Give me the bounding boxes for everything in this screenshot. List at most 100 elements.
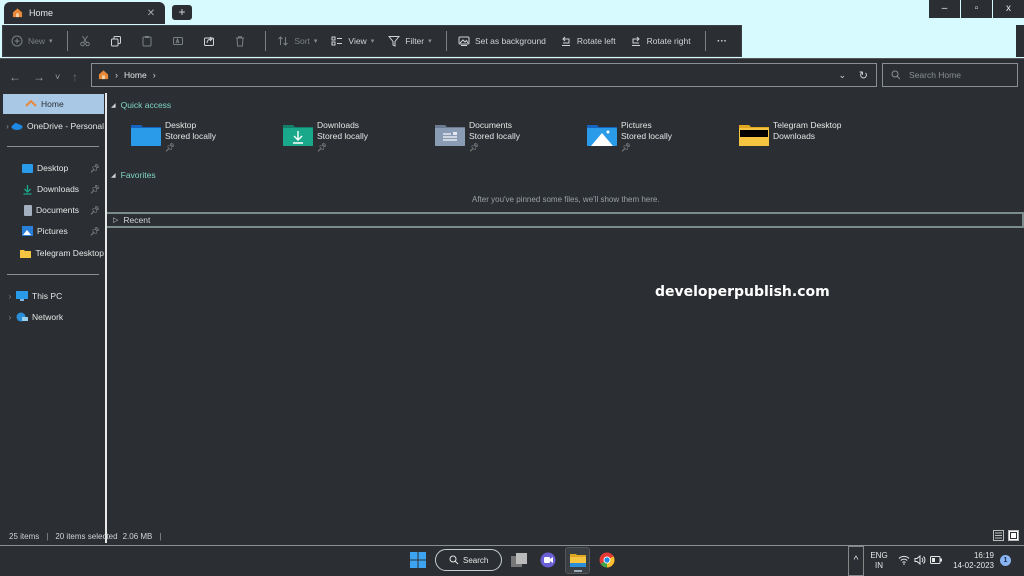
forward-button[interactable]: → [33,70,45,84]
sidebar-divider [7,274,99,275]
item-name: Telegram Desktop [773,120,842,130]
rename-button[interactable] [172,35,189,47]
chat-icon [540,552,556,568]
tab-home[interactable]: Home ✕ [4,2,165,24]
teams-chat-button[interactable] [540,552,556,570]
breadcrumb-home[interactable]: Home [124,70,147,80]
filter-button[interactable]: Filter ▾ [388,35,432,47]
pin-icon[interactable]: 📌︎ [90,164,100,173]
pin-icon: 📌︎ [317,143,328,152]
address-bar[interactable]: › Home › ⌄ ↻ [91,63,877,87]
recent-header[interactable]: ▷ Recent [107,212,1024,228]
delete-button[interactable] [234,35,251,47]
sort-label: Sort [294,36,310,46]
expand-chevron-icon[interactable]: › [4,292,16,301]
rotate-right-button[interactable]: Rotate right [630,35,691,47]
set-as-background-button[interactable]: Set as background [458,35,546,47]
tab-title: Home [29,8,54,18]
notification-badge[interactable]: 1 [1000,555,1011,566]
sidebar-item-label: This PC [32,291,63,301]
taskbar-search-button[interactable]: Search [435,549,502,571]
clock[interactable]: 16:19 14-02-2023 [946,551,994,571]
quick-access-item-pictures[interactable]: Pictures Stored locally 📌︎ [587,120,672,153]
copy-button[interactable] [110,35,127,47]
quick-access-header[interactable]: ◢ Quick access [111,100,171,110]
view-button[interactable]: View ▾ [331,35,374,47]
search-input[interactable]: Search Home [882,63,1018,87]
minimize-button[interactable]: – [929,0,960,18]
new-label: New [28,36,46,46]
sidebar-item-pictures[interactable]: Pictures 📌︎ [0,221,104,241]
sidebar-item-label: Downloads [37,184,80,194]
home-icon [12,7,23,20]
sidebar-item-this-pc[interactable]: › This PC [0,286,104,306]
sidebar-item-label: Desktop [37,163,69,173]
sidebar-item-downloads[interactable]: Downloads 📌︎ [0,179,104,199]
expand-chevron-icon[interactable]: › [4,313,16,322]
up-button[interactable]: ↑ [72,70,78,84]
expand-chevron-icon[interactable]: › [4,122,11,131]
show-hidden-icons-button[interactable]: ^ [848,546,864,576]
expand-triangle-icon: ▷ [113,217,119,224]
chrome-taskbar-button[interactable] [599,552,615,570]
item-name: Documents [469,120,512,130]
rotate-left-label: Rotate left [576,36,616,46]
pin-icon[interactable]: 📌︎ [90,185,100,194]
sidebar-item-documents[interactable]: Documents 📌︎ [0,200,104,220]
wifi-icon[interactable] [898,555,910,567]
battery-icon[interactable] [930,556,942,566]
sidebar-item-network[interactable]: › Network [0,307,104,327]
sort-button[interactable]: Sort ▾ [277,35,317,47]
pin-icon: 📌︎ [621,143,632,152]
set-as-background-label: Set as background [475,36,546,46]
collapse-triangle-icon: ◢ [111,172,116,179]
sidebar-item-label: Home [41,99,64,109]
back-button[interactable]: ← [9,70,21,84]
task-view-icon [511,553,527,567]
tiles-view-button[interactable] [1008,530,1019,543]
plus-circle-icon [11,35,23,47]
quick-access-item-desktop[interactable]: Desktop Stored locally 📌︎ [131,120,216,153]
favorites-header[interactable]: ◢ Favorites [111,170,156,180]
language-indicator[interactable]: ENG IN [870,551,888,571]
collapse-triangle-icon: ◢ [111,102,116,109]
sidebar-item-onedrive[interactable]: › OneDrive - Personal [0,116,104,136]
more-options-button[interactable]: ··· [717,36,727,47]
sidebar-item-label: Pictures [37,226,68,236]
share-button[interactable] [203,35,220,47]
details-view-button[interactable] [993,530,1004,543]
pin-icon[interactable]: 📌︎ [90,227,100,236]
task-view-button[interactable] [511,553,527,569]
cut-button[interactable] [79,35,96,47]
new-button[interactable]: New ▾ [11,35,53,47]
start-button[interactable] [410,552,426,570]
desktop-folder-icon [131,125,161,146]
sidebar-item-desktop[interactable]: Desktop 📌︎ [0,158,104,178]
quick-access-item-downloads[interactable]: Downloads Stored locally 📌︎ [283,120,368,153]
maximize-button[interactable]: ▫ [961,0,992,18]
quick-access-item-documents[interactable]: Documents Stored locally 📌︎ [435,120,520,153]
volume-icon[interactable] [914,554,926,567]
item-name: Pictures [621,120,652,130]
rotate-left-button[interactable]: Rotate left [560,35,616,47]
tiles-view-icon [1008,530,1019,541]
sidebar-item-home[interactable]: Home [3,94,104,114]
sidebar-divider [7,146,99,147]
rotate-right-label: Rotate right [646,36,691,46]
close-tab-icon[interactable]: ✕ [143,8,159,19]
address-dropdown-icon[interactable]: ⌄ [838,70,846,81]
quick-access-item-telegram-desktop[interactable]: Telegram Desktop Downloads [739,120,842,146]
close-button[interactable]: x [993,0,1024,18]
recent-locations-button[interactable]: ˅ [55,72,60,82]
active-indicator [574,570,582,572]
search-icon [449,555,459,565]
pin-icon[interactable]: 📌︎ [90,206,100,215]
windows-logo-icon [410,552,426,568]
refresh-icon[interactable]: ↻ [859,69,868,82]
file-explorer-taskbar-button[interactable] [565,547,590,574]
new-tab-button[interactable]: + [172,5,192,20]
paste-button[interactable] [141,35,158,47]
sidebar-item-telegram-desktop[interactable]: Telegram Desktop [0,243,104,263]
breadcrumb-separator-icon[interactable]: › [153,70,156,80]
breadcrumb-separator-icon[interactable]: › [115,70,118,80]
